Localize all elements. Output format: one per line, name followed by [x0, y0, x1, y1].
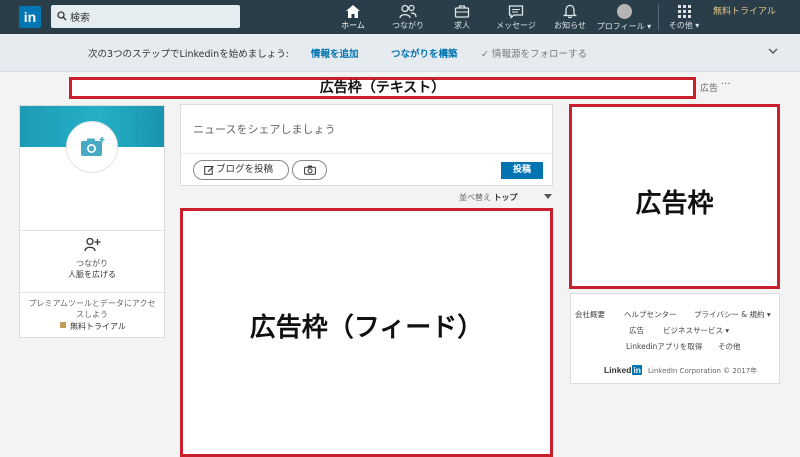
onboarding-bar: 次の3つのステップでLinkedinを始めましょう: 情報を追加 つながりを構築… [0, 34, 800, 72]
linkedin-logo[interactable]: in [19, 6, 41, 28]
sort-caret-icon[interactable] [544, 194, 552, 199]
nav-notifications[interactable]: お知らせ [540, 3, 600, 33]
share-input[interactable]: ニュースをシェアしましょう [193, 121, 335, 137]
avatar [616, 4, 632, 19]
briefcase-icon [454, 5, 470, 18]
search-input[interactable]: 検索 [51, 5, 240, 28]
nav-network[interactable]: つながり [378, 3, 438, 33]
feed-sort[interactable]: 並べ替え トップ [459, 192, 518, 203]
ad-label: 広告 [700, 84, 719, 94]
share-divider [181, 153, 552, 154]
grow-network-link[interactable]: 人脈を広げる [20, 269, 164, 280]
text-ad-slot[interactable]: 広告枠（テキスト） [69, 77, 696, 99]
bell-icon [562, 4, 578, 19]
camera-icon [304, 165, 316, 175]
nav-more[interactable]: その他 ▾ [654, 3, 714, 33]
write-article-button[interactable]: ブログを投稿 [193, 160, 289, 180]
upload-photo-button[interactable] [292, 160, 327, 180]
top-nav-bar: in 検索 ホーム つながり 求人 メッセージ お知らせ プロフィール ▾ その… [0, 0, 800, 37]
onboarding-prompt: 次の3つのステップでLinkedinを始めましょう: [88, 49, 289, 60]
nav-messaging-label: メッセージ [496, 21, 536, 30]
footer-link-help[interactable]: ヘルプセンター [624, 309, 677, 320]
connections-label: つながり [76, 259, 108, 268]
footer-logo-in: in [632, 365, 642, 375]
camera-icon [81, 137, 105, 156]
footer-card: 会社概要 ヘルプセンター プライバシー & 規約 ▾ 広告 ビジネスサービス ▾… [570, 293, 780, 384]
right-rail-ad-slot[interactable]: 広告枠 [569, 104, 780, 289]
ad-options-icon[interactable]: ··· [721, 79, 731, 90]
write-article-label: ブログを投稿 [216, 164, 274, 175]
premium-trial-link[interactable]: 無料トライアル [60, 321, 126, 332]
people-icon [399, 4, 417, 19]
add-connection-icon[interactable] [84, 237, 101, 252]
nav-jobs-label: 求人 [454, 21, 470, 30]
add-info-link[interactable]: 情報を追加 [311, 46, 359, 60]
footer-link-about[interactable]: 会社概要 [575, 309, 605, 320]
home-icon [346, 5, 360, 18]
footer-link-more[interactable]: その他 [718, 341, 741, 352]
premium-trial-link[interactable]: 無料トライアル [713, 4, 776, 17]
profile-card: つながり 人脈を広げる プレミアムツールとデータにアクセスしよう 無料トライアル [19, 105, 165, 338]
follow-sources-label: 情報源をフォローする [491, 49, 587, 60]
grid-icon [677, 5, 691, 18]
profile-divider [20, 292, 164, 293]
sort-value: トップ [493, 193, 518, 202]
nav-more-label: その他 ▾ [668, 21, 700, 30]
post-button[interactable]: 投稿 [501, 162, 543, 179]
premium-promo-text: プレミアムツールとデータにアクセスしよう [28, 299, 156, 319]
footer-link-app[interactable]: Linkedinアプリを取得 [626, 341, 702, 352]
search-icon [57, 11, 67, 21]
nav-home[interactable]: ホーム [323, 3, 383, 37]
search-placeholder: 検索 [70, 13, 90, 24]
chat-icon [508, 5, 524, 19]
profile-divider [20, 230, 164, 231]
feed-ad-slot[interactable]: 広告枠（フィード） [180, 208, 553, 457]
edit-icon [204, 166, 214, 175]
build-network-link[interactable]: つながりを構築 [391, 46, 458, 60]
nav-profile-label: プロフィール ▾ [596, 22, 652, 31]
chevron-down-icon[interactable] [768, 48, 778, 54]
nav-messaging[interactable]: メッセージ [486, 3, 546, 33]
sort-label: 並べ替え [459, 193, 491, 202]
nav-home-label: ホーム [341, 21, 365, 30]
footer-linkedin-logo: Linked in [604, 365, 642, 375]
check-icon: ✓ [481, 49, 492, 60]
footer-link-privacy[interactable]: プライバシー & 規約 ▾ [694, 309, 771, 320]
nav-profile[interactable]: プロフィール ▾ [594, 3, 654, 33]
add-photo-button[interactable] [66, 121, 118, 173]
nav-notifications-label: お知らせ [554, 21, 586, 30]
follow-sources-step[interactable]: ✓ 情報源をフォローする [481, 46, 587, 60]
footer-logo-text: Linked [604, 365, 632, 375]
nav-network-label: つながり [392, 21, 424, 30]
footer-link-ads[interactable]: 広告 [629, 325, 644, 336]
footer-link-business[interactable]: ビジネスサービス ▾ [663, 325, 729, 336]
footer-copyright: LinkedIn Corporation © 2017年 [648, 367, 758, 375]
share-box: ニュースをシェアしましょう ブログを投稿 投稿 [180, 104, 553, 186]
nav-jobs[interactable]: 求人 [432, 3, 492, 33]
